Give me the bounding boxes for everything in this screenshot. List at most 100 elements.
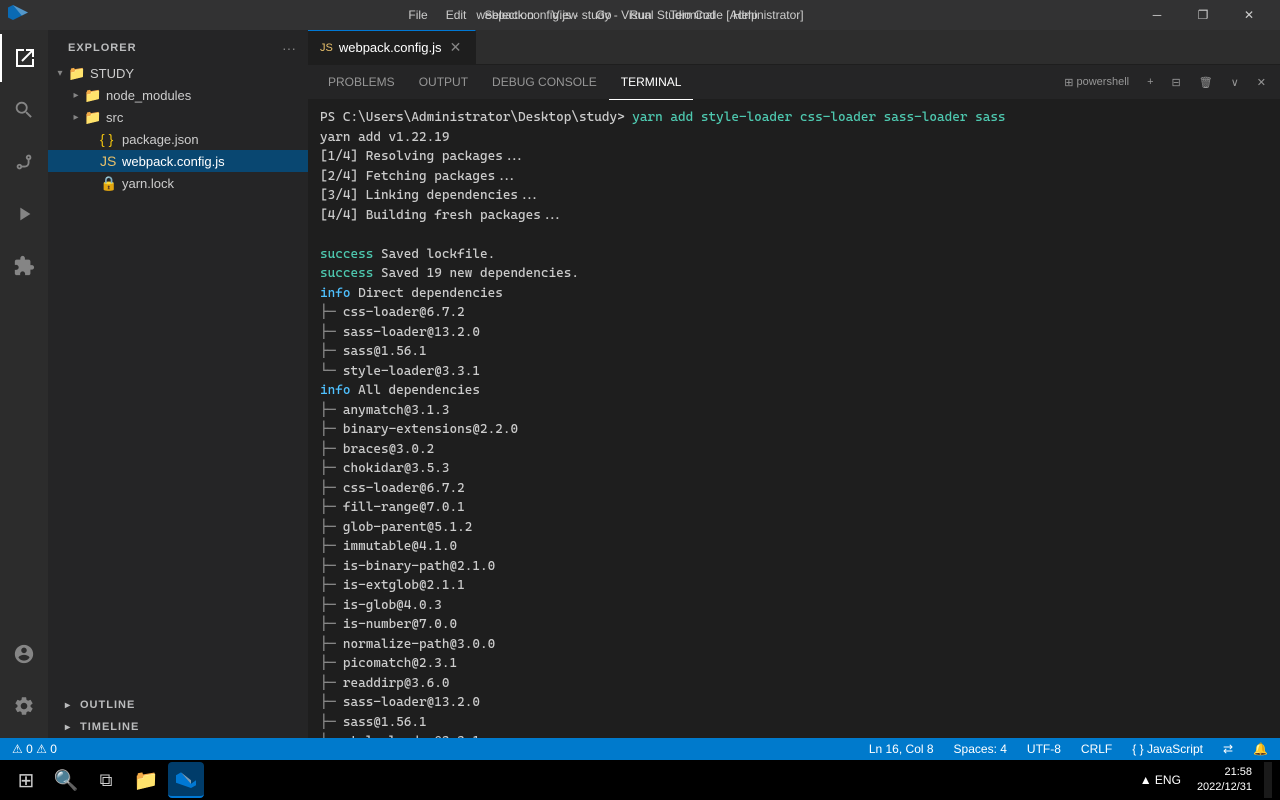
terminal-content[interactable]: PS C:\Users\Administrator\Desktop\study>…: [308, 100, 1280, 738]
tab-debug-console[interactable]: DEBUG CONSOLE: [480, 65, 609, 100]
chevron-right-icon: ▸: [60, 700, 76, 711]
tree-label-package-json: package.json: [122, 132, 199, 147]
panel-tab-bar: PROBLEMS OUTPUT DEBUG CONSOLE TERMINAL ⊞…: [308, 65, 1280, 100]
kill-terminal-button[interactable]: 🗑: [1193, 74, 1219, 91]
tree-item-study[interactable]: ▾ 📁 STUDY: [48, 62, 308, 84]
maximize-button[interactable]: ❐: [1180, 0, 1226, 30]
search-taskbar-button[interactable]: 🔍: [48, 762, 84, 798]
tab-close-button[interactable]: ✕: [447, 40, 463, 56]
sidebar-outline-section[interactable]: ▸ OUTLINE: [48, 694, 308, 716]
vscode-taskbar-icon[interactable]: [168, 762, 204, 798]
sidebar-timeline-section[interactable]: ▸ TIMELINE: [48, 716, 308, 738]
powershell-text: powershell: [1077, 76, 1130, 88]
problems-label: PROBLEMS: [328, 75, 395, 89]
output-label: OUTPUT: [419, 75, 468, 89]
tree-item-node-modules[interactable]: ▸ 📁 node_modules: [48, 84, 308, 106]
close-button[interactable]: ✕: [1226, 0, 1272, 30]
terminal-line: [320, 225, 1268, 245]
encoding[interactable]: UTF-8: [1023, 742, 1065, 756]
tab-webpack-config[interactable]: JS webpack.config.js ✕: [308, 30, 476, 65]
tree-item-src[interactable]: ▸ 📁 src: [48, 106, 308, 128]
task-view-button[interactable]: ⧉: [88, 762, 124, 798]
panel-close-button[interactable]: ✕: [1251, 74, 1272, 91]
settings-activity-icon[interactable]: [0, 682, 48, 730]
panel-chevron-down[interactable]: ∨: [1225, 74, 1245, 91]
source-control-activity-icon[interactable]: [0, 138, 48, 186]
extensions-activity-icon[interactable]: [0, 242, 48, 290]
terminal-line: info Direct dependencies: [320, 284, 1268, 304]
explorer-activity-icon[interactable]: [0, 34, 48, 82]
tray-icons[interactable]: ▲ ENG: [1136, 773, 1185, 787]
titlebar-controls: ─ ❐ ✕: [1134, 0, 1272, 30]
cursor-position[interactable]: Ln 16, Col 8: [865, 742, 938, 756]
format-icon[interactable]: ⇄: [1219, 742, 1237, 756]
status-bar-left: ⚠ 0 ⚠ 0: [8, 742, 61, 756]
tab-output[interactable]: OUTPUT: [407, 65, 480, 100]
sidebar-more-button[interactable]: ···: [282, 40, 296, 56]
search-activity-icon[interactable]: [0, 86, 48, 134]
terminal-line: ├─ sass-loader@13.2.0: [320, 693, 1268, 713]
chevron-down-icon: ▾: [52, 68, 68, 79]
error-icon: ⚠: [12, 742, 23, 756]
terminal-line: ├─ sass-loader@13.2.0: [320, 323, 1268, 343]
chevron-right-icon: ▸: [60, 722, 76, 733]
warning-count: 0: [50, 742, 57, 756]
sidebar-title: EXPLORER: [68, 42, 137, 54]
explorer-tree: ▾ 📁 STUDY ▸ 📁 node_modules ▸ 📁 src { } p…: [48, 62, 308, 694]
tab-label: webpack.config.js: [339, 40, 442, 55]
minimize-button[interactable]: ─: [1134, 0, 1180, 30]
explorer-taskbar-icon[interactable]: 📁: [128, 762, 164, 798]
terminal-line: ├─ is-extglob@2.1.1: [320, 576, 1268, 596]
tree-label-node-modules: node_modules: [106, 88, 191, 103]
main-content: EXPLORER ··· ▾ 📁 STUDY ▸ 📁 node_modules …: [0, 30, 1280, 738]
language-mode[interactable]: { } JavaScript: [1128, 742, 1207, 756]
tab-terminal[interactable]: TERMINAL: [609, 65, 694, 100]
taskbar-right: ▲ ENG 21:58 2022/12/31: [1136, 762, 1272, 798]
sidebar-header: EXPLORER ···: [48, 30, 308, 62]
start-button[interactable]: ⊞: [8, 762, 44, 798]
error-warning-count[interactable]: ⚠ 0 ⚠ 0: [8, 742, 61, 756]
terminal-label: TERMINAL: [621, 75, 682, 89]
menu-edit[interactable]: Edit: [438, 6, 475, 24]
warning-icon: ⚠: [36, 742, 47, 756]
account-activity-icon[interactable]: [0, 630, 48, 678]
notifications-icon[interactable]: 🔔: [1249, 742, 1272, 756]
tree-item-webpack-config[interactable]: JS webpack.config.js: [48, 150, 308, 172]
terminal-line: ├─ sass@1.56.1: [320, 713, 1268, 733]
run-activity-icon[interactable]: [0, 190, 48, 238]
chevron-right-icon: ▸: [68, 112, 84, 123]
tree-item-package-json[interactable]: { } package.json: [48, 128, 308, 150]
terminal-line: ├─ normalize-path@3.0.0: [320, 635, 1268, 655]
tab-problems[interactable]: PROBLEMS: [316, 65, 407, 100]
terminal-line: yarn add v1.22.19: [320, 128, 1268, 148]
taskbar-datetime[interactable]: 21:58 2022/12/31: [1193, 765, 1256, 796]
terminal-line: [1/4] Resolving packages...: [320, 147, 1268, 167]
folder-icon: 📁: [84, 87, 102, 104]
terminal-line: ├─ binary-extensions@2.2.0: [320, 420, 1268, 440]
editor-area: JS webpack.config.js ✕ PROBLEMS OUTPUT D…: [308, 30, 1280, 738]
powershell-icon: ⊞: [1064, 76, 1073, 89]
terminal-line: ├─ css-loader@6.7.2: [320, 479, 1268, 499]
terminal-line: ├─ css-loader@6.7.2: [320, 303, 1268, 323]
taskbar: ⊞ 🔍 ⧉ 📁 ▲ ENG 21:58 2022/12/31: [0, 760, 1280, 800]
show-desktop-button[interactable]: [1264, 762, 1272, 798]
lock-icon: 🔒: [100, 175, 118, 192]
terminal-line: ├─ chokidar@3.5.3: [320, 459, 1268, 479]
status-bar-right: Ln 16, Col 8 Spaces: 4 UTF-8 CRLF { } Ja…: [865, 742, 1272, 756]
folder-icon: 📁: [68, 65, 86, 82]
terminal-line: └─ style-loader@3.3.1: [320, 362, 1268, 382]
titlebar-title: webpack.config.js - study - Visual Studi…: [476, 8, 803, 22]
menu-file[interactable]: File: [400, 6, 435, 24]
split-terminal-button[interactable]: ⊟: [1166, 74, 1187, 91]
chevron-right-icon: ▸: [68, 90, 84, 101]
tab-js-icon: JS: [320, 42, 333, 54]
add-terminal-button[interactable]: +: [1141, 74, 1159, 90]
tree-label-study: STUDY: [90, 66, 134, 81]
powershell-label[interactable]: ⊞ powershell: [1058, 74, 1135, 91]
activity-bar: [0, 30, 48, 738]
line-ending[interactable]: CRLF: [1077, 742, 1116, 756]
tab-bar: JS webpack.config.js ✕: [308, 30, 1280, 65]
tree-item-yarn-lock[interactable]: 🔒 yarn.lock: [48, 172, 308, 194]
indentation[interactable]: Spaces: 4: [950, 742, 1011, 756]
outline-label: OUTLINE: [80, 699, 135, 711]
